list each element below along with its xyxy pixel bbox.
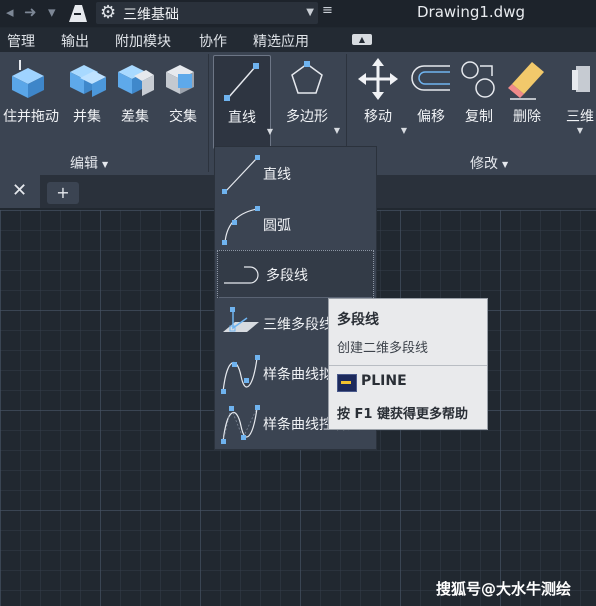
chevron-down-icon: ▼ <box>102 159 109 169</box>
polygon-label: 多边形 <box>286 109 328 125</box>
union-icon <box>70 65 106 97</box>
dropdown-item-polyline[interactable]: 多段线 <box>217 250 374 298</box>
3d-tool[interactable]: 三维 ▼ <box>560 52 596 152</box>
new-tab-button[interactable]: + <box>47 182 79 204</box>
arc-icon <box>222 206 260 245</box>
panel-divider <box>208 54 209 172</box>
redo-dropdown-icon[interactable]: ▾ <box>48 3 56 21</box>
title-bar: ◂ ➜ ▾ ⚙ 三维基础 ▼ ≡ Drawing1.dwg <box>0 0 596 27</box>
tooltip-divider <box>329 365 487 366</box>
tab-featured-apps[interactable]: 精选应用 <box>253 31 309 51</box>
ribbon-tab-row: 管理 输出 附加模块 协作 精选应用 ▲ <box>0 28 596 52</box>
polygon-tool[interactable]: 多边形 ▼ <box>277 52 340 152</box>
subtract-icon <box>118 65 154 96</box>
spline-cv-icon <box>221 405 260 444</box>
erase-tool[interactable]: 删除 <box>504 52 550 152</box>
copy-tool[interactable]: 复制 <box>456 52 502 152</box>
union-tool[interactable]: 并集 <box>64 52 110 152</box>
dropdown-item-arc[interactable]: 圆弧 <box>215 201 376 249</box>
presspull-label: 住并拖动 <box>3 109 59 125</box>
publish-icon[interactable] <box>66 2 90 24</box>
erase-label: 删除 <box>513 109 541 125</box>
polyline-icon <box>224 266 259 284</box>
3d-polyline-icon <box>223 307 259 332</box>
copy-label: 复制 <box>465 109 493 125</box>
workspace-label: 三维基础 <box>123 7 179 23</box>
spline-fit-icon <box>221 355 260 394</box>
offset-tool[interactable]: 偏移 <box>408 52 454 152</box>
redo-arrow-icon[interactable]: ➜ <box>24 3 37 21</box>
panel-title-edit[interactable]: 编辑 ▼ <box>70 153 108 173</box>
chevron-down-icon: ▼ <box>306 7 314 18</box>
plus-icon: + <box>56 183 70 202</box>
dropdown-item-line[interactable]: 直线 <box>215 150 376 198</box>
chevron-down-icon: ▼ <box>502 159 509 169</box>
workspace-selector[interactable]: ⚙ 三维基础 ▼ <box>96 2 318 24</box>
intersect-label: 交集 <box>169 109 197 125</box>
3d-label: 三维 <box>566 109 594 125</box>
move-icon <box>358 58 398 100</box>
polyline-tooltip: 多段线 创建二维多段线 PLINE 按 F1 键获得更多帮助 <box>328 298 488 430</box>
line-tool[interactable]: 直线 ▼ <box>213 55 273 149</box>
intersect-icon <box>166 65 194 94</box>
intersect-tool[interactable]: 交集 <box>160 52 206 152</box>
eraser-icon <box>508 62 544 100</box>
line-icon <box>222 155 260 194</box>
file-tab[interactable]: ✕ <box>0 175 40 208</box>
subtract-label: 差集 <box>121 109 149 125</box>
document-title: Drawing1.dwg <box>417 3 525 21</box>
line-icon <box>224 63 259 101</box>
move-label: 移动 <box>364 109 392 125</box>
watermark: 搜狐号@大水牛测绘 <box>436 580 572 598</box>
union-label: 并集 <box>73 109 101 125</box>
3d-mirror-icon <box>572 66 590 92</box>
line-label: 直线 <box>228 110 256 126</box>
tab-output[interactable]: 输出 <box>61 31 89 51</box>
close-icon[interactable]: ✕ <box>12 180 27 201</box>
ribbon-minimize-icon[interactable]: ▲ <box>352 34 372 45</box>
tab-manage[interactable]: 管理 <box>7 31 35 51</box>
tooltip-help: 按 F1 键获得更多帮助 <box>337 407 468 422</box>
command-line-icon <box>337 374 357 392</box>
tooltip-description: 创建二维多段线 <box>337 341 429 356</box>
offset-icon <box>411 65 450 91</box>
offset-label: 偏移 <box>417 109 445 125</box>
gear-icon: ⚙ <box>100 2 117 23</box>
tab-addins[interactable]: 附加模块 <box>115 31 171 51</box>
move-tool[interactable]: 移动 ▼ <box>352 52 407 152</box>
polygon-icon <box>291 61 323 94</box>
tooltip-title: 多段线 <box>337 312 379 328</box>
customize-toolbar-icon[interactable]: ≡ <box>322 3 333 18</box>
undo-arrow-icon[interactable]: ◂ <box>6 3 14 21</box>
copy-icon <box>461 61 495 98</box>
subtract-tool[interactable]: 差集 <box>112 52 158 152</box>
panel-title-modify[interactable]: 修改 ▼ <box>470 153 508 173</box>
tab-collaborate[interactable]: 协作 <box>199 31 227 51</box>
chevron-down-icon: ▼ <box>576 126 584 135</box>
tooltip-command: PLINE <box>361 373 407 389</box>
presspull-icon <box>12 60 44 98</box>
presspull-tool[interactable]: 住并拖动 <box>0 52 62 152</box>
